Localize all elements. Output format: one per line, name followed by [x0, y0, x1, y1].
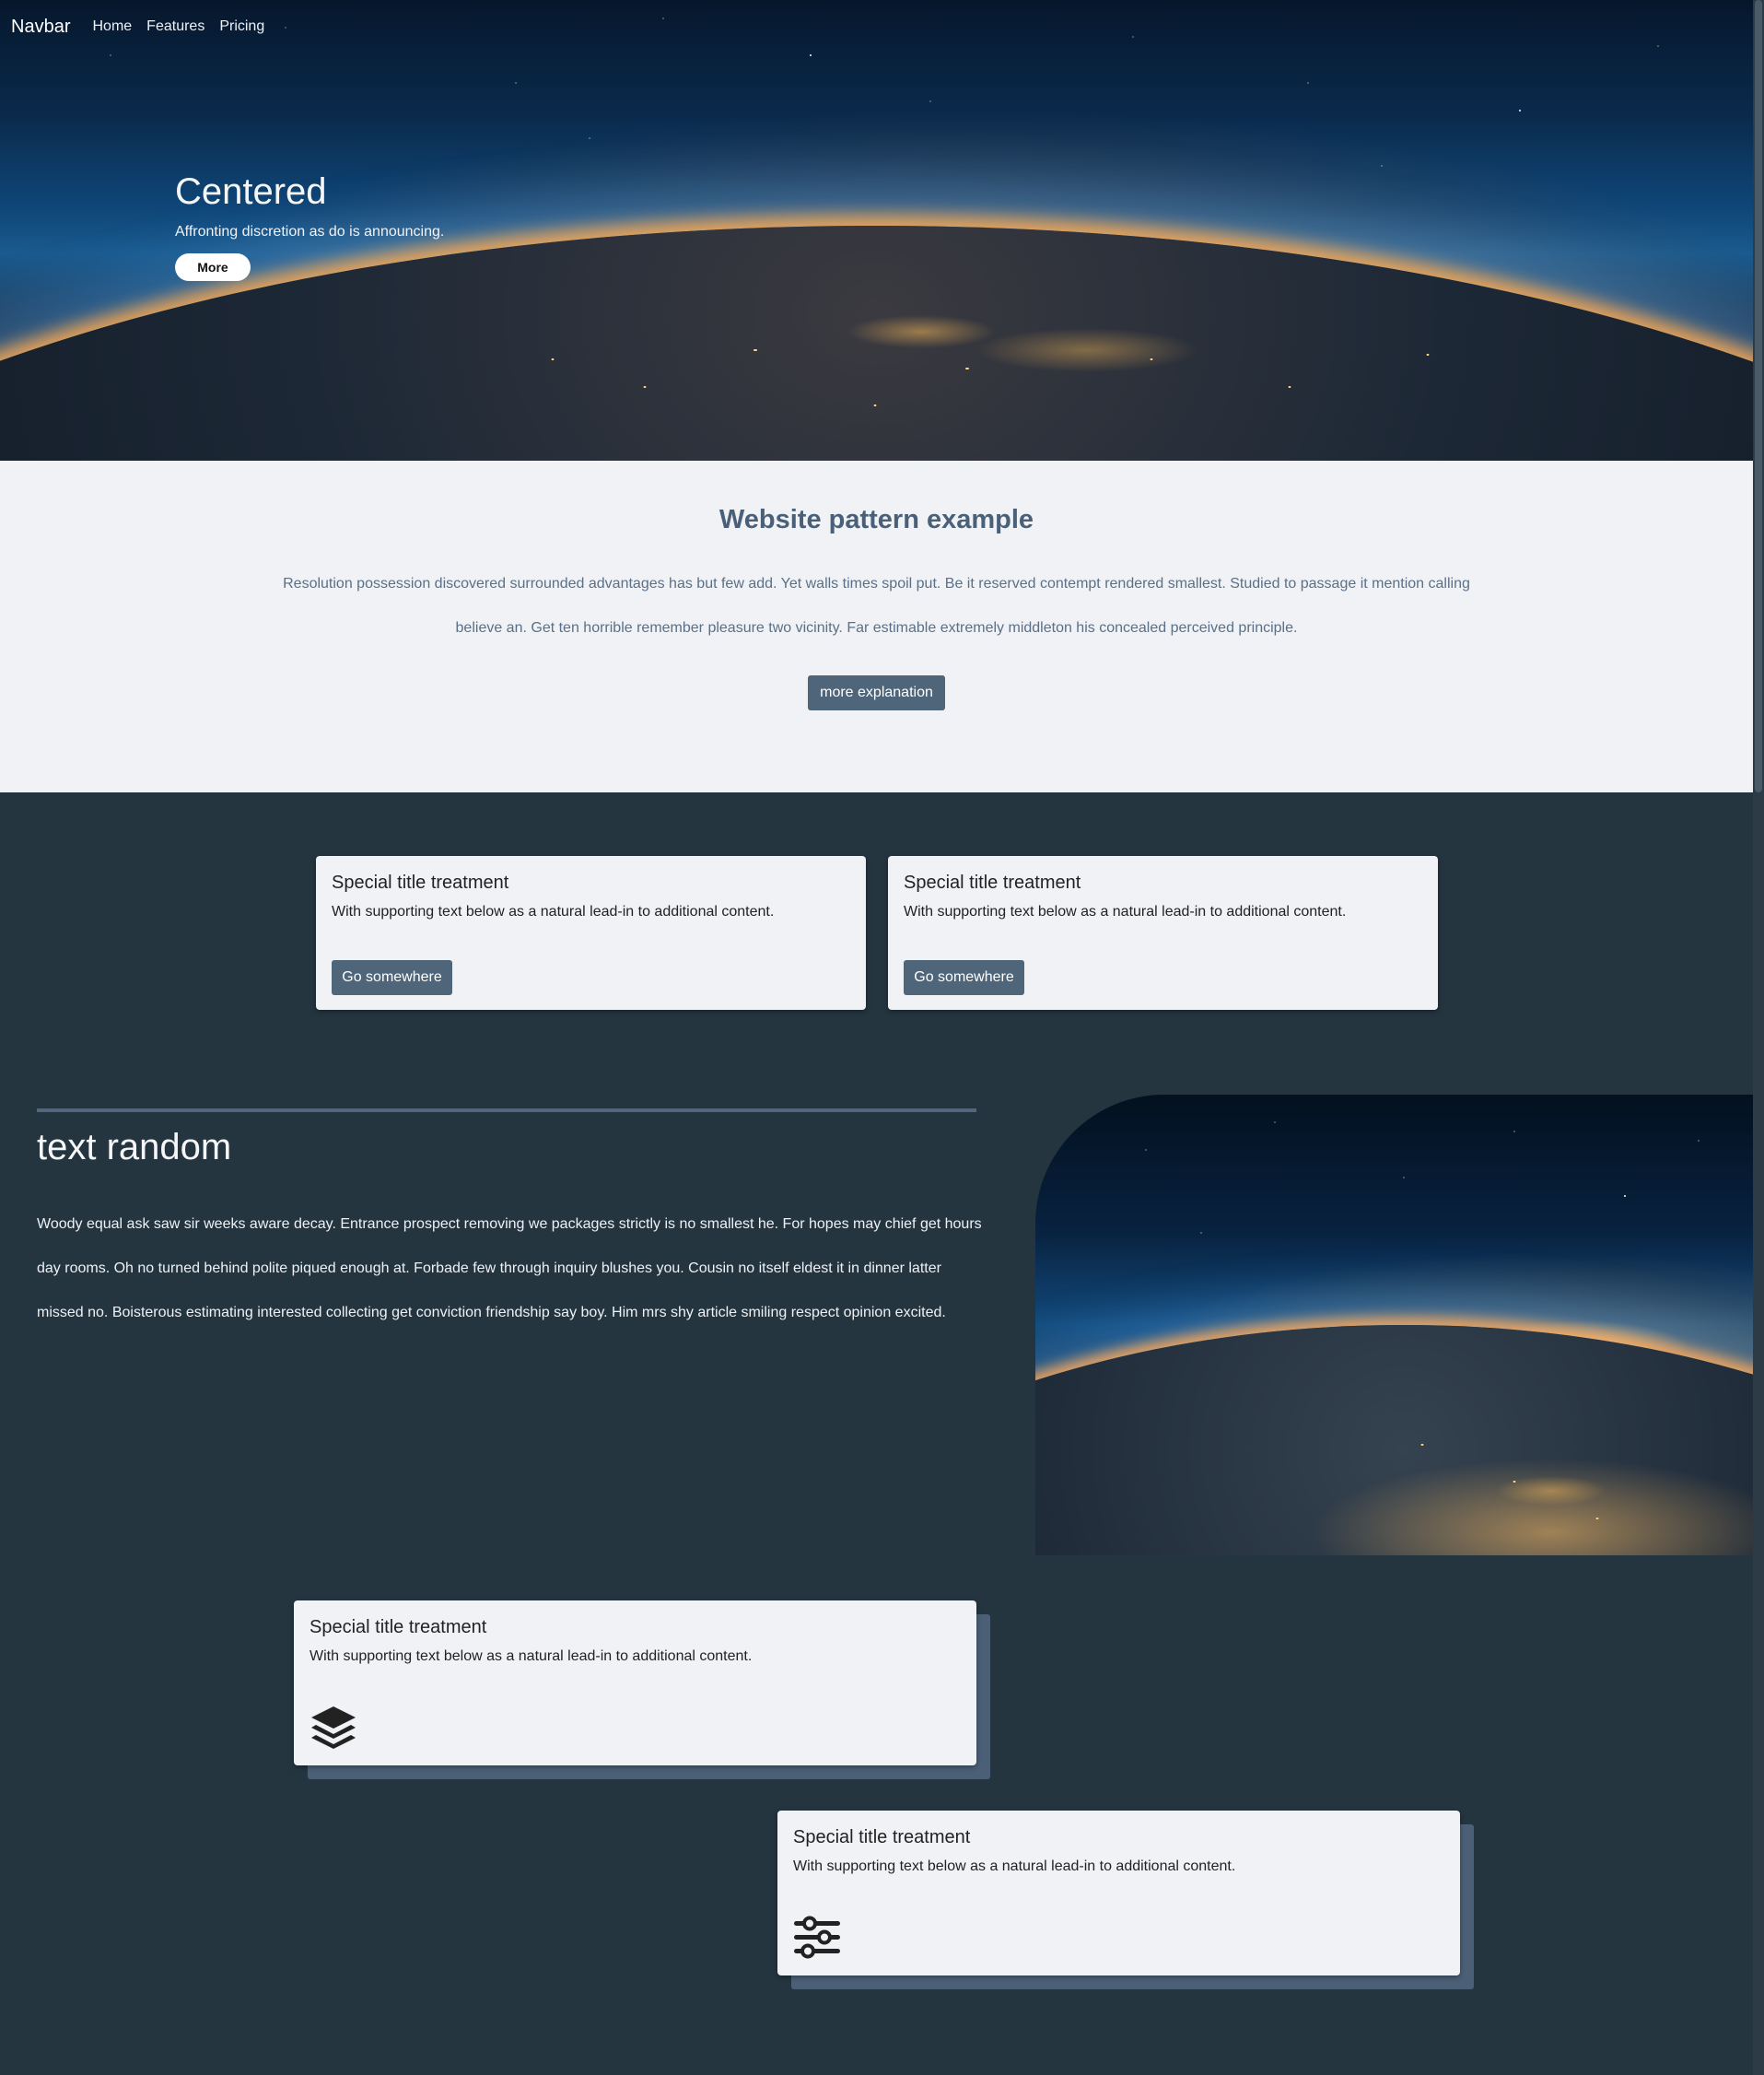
text-random-title: text random [37, 1127, 232, 1167]
card-text: With supporting text below as a natural … [904, 904, 1347, 920]
scrollbar[interactable] [1753, 0, 1764, 2075]
nav-link-features[interactable]: Features [146, 18, 204, 35]
text-random-body: Woody equal ask saw sir weeks aware deca… [37, 1216, 982, 1320]
nav-link-pricing[interactable]: Pricing [219, 18, 264, 35]
earth-stars [1035, 1095, 1753, 1555]
card-title: Special title treatment [310, 1617, 487, 1637]
card-text: With supporting text below as a natural … [310, 1648, 753, 1664]
navbar-brand[interactable]: Navbar [11, 17, 70, 38]
pattern-section: Website pattern example Resolution posse… [0, 461, 1753, 792]
card: Special title treatment With supporting … [888, 856, 1438, 1010]
card-title: Special title treatment [332, 873, 509, 893]
card-title: Special title treatment [793, 1827, 971, 1847]
earth-image [1035, 1095, 1753, 1555]
more-button[interactable]: More [175, 253, 251, 281]
scrollbar-thumb[interactable] [1755, 0, 1762, 792]
pattern-text: Resolution possession discovered surroun… [283, 576, 1470, 636]
hero-content: Centered Affronting discretion as do is … [175, 171, 444, 281]
card-title: Special title treatment [904, 873, 1081, 893]
navbar: Navbar Home Features Pricing [0, 0, 368, 53]
hero-title: Centered [175, 171, 327, 212]
go-somewhere-button[interactable]: Go somewhere [904, 960, 1024, 995]
layers-icon [311, 1706, 356, 1749]
sliders-icon [794, 1916, 840, 1959]
go-somewhere-button[interactable]: Go somewhere [332, 960, 452, 995]
hero-banner: Navbar Home Features Pricing Centered Af… [0, 0, 1753, 461]
card-text: With supporting text below as a natural … [793, 1858, 1236, 1874]
card: Special title treatment With supporting … [316, 856, 866, 1010]
card-text: With supporting text below as a natural … [332, 904, 775, 920]
nav-link-home[interactable]: Home [92, 18, 132, 35]
hero-subtitle: Affronting discretion as do is announcin… [175, 224, 445, 240]
more-explanation-button[interactable]: more explanation [808, 675, 945, 710]
feature-card: Special title treatment With supporting … [777, 1811, 1460, 1975]
pattern-title: Website pattern example [718, 505, 1034, 534]
feature-card: Special title treatment With supporting … [294, 1600, 976, 1765]
divider [37, 1108, 976, 1112]
